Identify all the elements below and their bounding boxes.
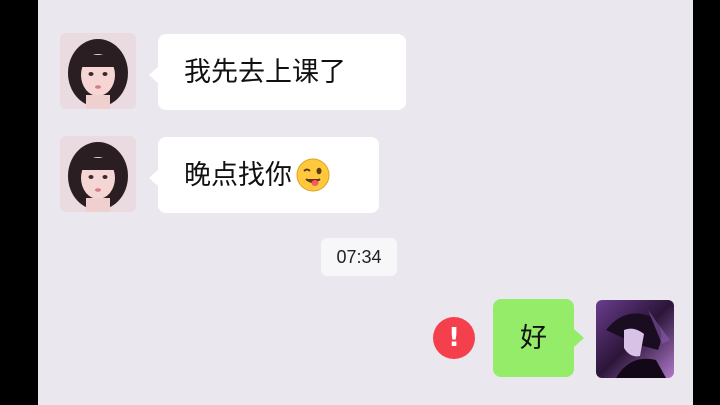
- chat-area[interactable]: 我先去上课了 晚点找你 07:34 ! 好: [38, 0, 693, 405]
- message-text: 晚点找你: [184, 159, 292, 191]
- own-avatar[interactable]: [596, 300, 674, 378]
- bubble-tail: [149, 66, 159, 84]
- message-text: 我先去上课了: [184, 56, 346, 88]
- bubble-tail: [149, 169, 159, 187]
- message-bubble[interactable]: 我先去上课了: [149, 34, 406, 110]
- winking-face-tongue-emoji-icon: [296, 158, 330, 192]
- contact-avatar[interactable]: [60, 136, 136, 212]
- timestamp: 07:34: [321, 238, 397, 276]
- bubble-tail: [574, 329, 584, 347]
- girl-avatar-icon: [60, 33, 136, 109]
- screen-frame: 我先去上课了 晚点找你 07:34 ! 好: [0, 0, 720, 405]
- contact-avatar[interactable]: [60, 33, 136, 109]
- girl-avatar-icon: [60, 136, 136, 212]
- send-failed-icon[interactable]: !: [433, 317, 475, 359]
- message-bubble[interactable]: 晚点找你: [149, 137, 379, 213]
- anime-avatar-icon: [596, 300, 674, 378]
- message-text: 好: [520, 322, 547, 354]
- outgoing-message-bubble[interactable]: 好: [493, 299, 584, 377]
